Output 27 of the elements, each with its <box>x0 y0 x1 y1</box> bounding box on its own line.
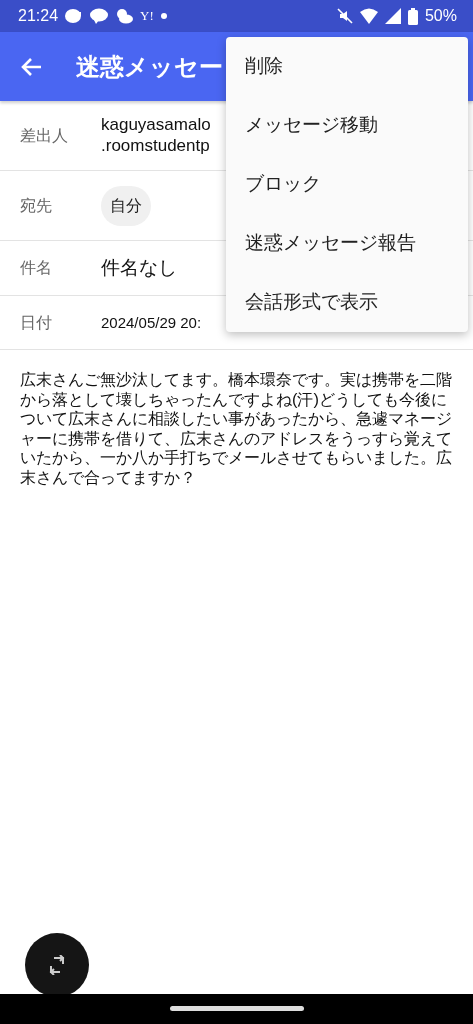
dot-icon <box>160 13 167 19</box>
battery-text: 50% <box>424 6 457 26</box>
swap-arrows-icon <box>48 955 66 975</box>
message-body: 広末さんご無沙汰してます。橋本環奈です。実は携帯を二階から落として壊しちゃったんですよね(汗)どうしても今後について広末さんに相談したい事があったから、急遽マネージャーに携帯を借りて、広末さんのアドレスをうっすら覚えていたから、一か八か手打ちでメールさせてもらいました。広末さんで合ってますか？ <box>19 369 453 488</box>
menu-item[interactable]: メッセージ移動 <box>226 96 468 155</box>
field-label: 日付 <box>20 312 53 333</box>
home-handle[interactable] <box>170 1006 304 1011</box>
battery-icon <box>407 7 418 25</box>
menu-item[interactable]: 迷惑メッセージ報告 <box>226 214 468 273</box>
screen-title: 迷惑メッセー <box>76 51 223 82</box>
date-text: 2024/05/29 20: <box>101 313 202 332</box>
sender-address: kaguyasamalo .roomstudentp <box>101 115 211 156</box>
recipient-chip[interactable]: 自分 <box>101 185 151 226</box>
menu-item[interactable]: 削除 <box>226 37 468 96</box>
subject-text: 件名なし <box>101 256 177 280</box>
signal-icon <box>384 8 401 24</box>
weather-icon <box>115 8 134 24</box>
wifi-icon <box>359 8 378 24</box>
back-arrow-icon[interactable] <box>20 56 42 77</box>
menu-item[interactable]: ブロック <box>226 155 468 214</box>
field-label: 差出人 <box>20 125 69 146</box>
app-badge-text: Y! <box>140 7 154 26</box>
mute-icon <box>336 8 353 24</box>
field-label: 宛先 <box>20 195 53 216</box>
clock-text: 21:24 <box>18 6 59 26</box>
field-label: 件名 <box>20 258 53 278</box>
menu-item[interactable]: 会話形式で表示 <box>226 273 468 332</box>
